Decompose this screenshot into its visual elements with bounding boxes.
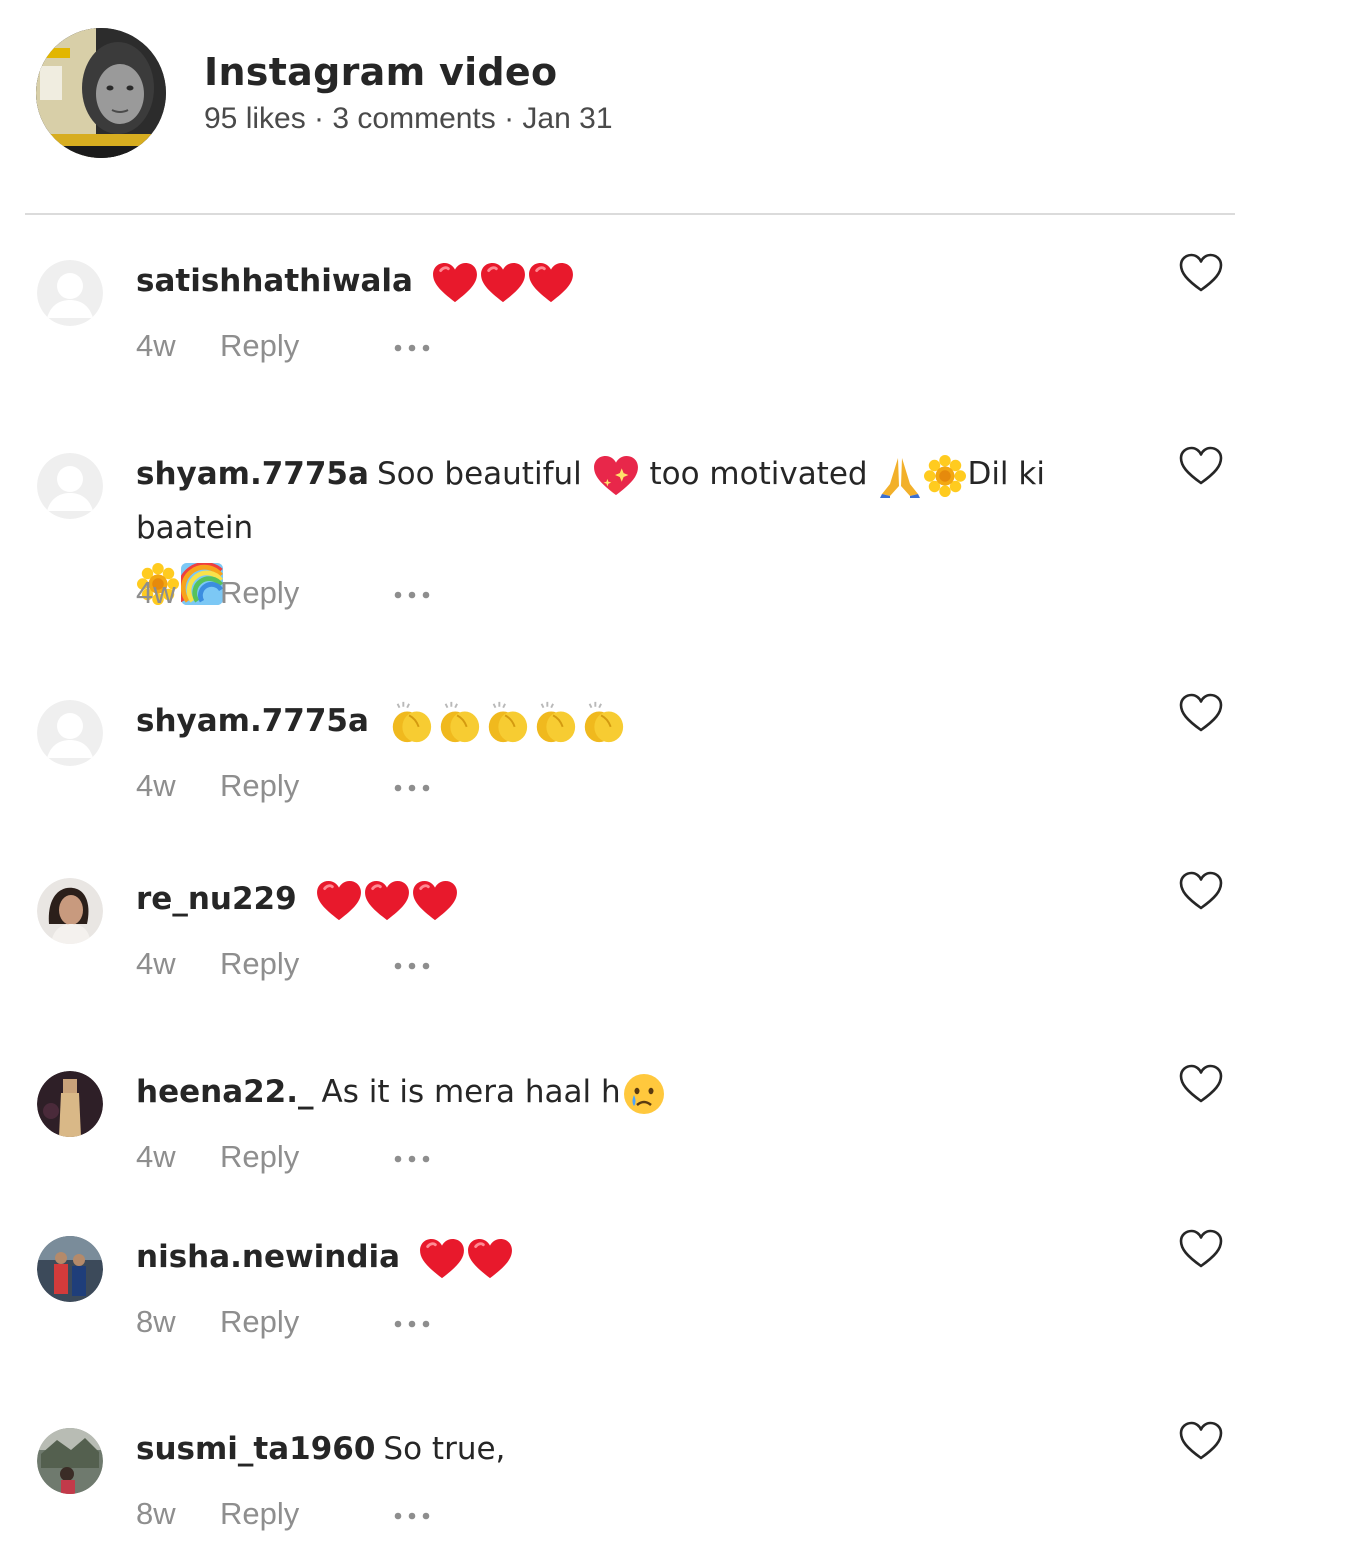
sparkling-heart-icon bbox=[593, 455, 639, 497]
comment-timestamp: 4w bbox=[136, 946, 176, 981]
comment-text: As it is mera haal h bbox=[321, 1074, 621, 1110]
comment-timestamp: 4w bbox=[136, 328, 176, 363]
red-heart-icon bbox=[480, 262, 526, 304]
ellipsis-icon[interactable] bbox=[392, 783, 432, 793]
heart-outline-icon[interactable] bbox=[1178, 1420, 1224, 1462]
avatar[interactable] bbox=[37, 1428, 103, 1494]
comment-username[interactable]: shyam.7775a bbox=[136, 703, 369, 739]
comment-username[interactable]: heena22._ bbox=[136, 1074, 314, 1110]
default-avatar-icon[interactable] bbox=[37, 260, 103, 326]
ellipsis-icon[interactable] bbox=[392, 1511, 432, 1521]
comment-actions: 4w Reply bbox=[136, 946, 432, 982]
post-title[interactable]: Instagram video bbox=[204, 50, 557, 94]
red-heart-icon bbox=[412, 880, 458, 922]
ellipsis-icon[interactable] bbox=[392, 1319, 432, 1329]
clapping-hands-icon bbox=[436, 701, 482, 745]
comment-username[interactable]: susmi_ta1960 bbox=[136, 1431, 375, 1467]
post-thumbnail-avatar[interactable] bbox=[36, 28, 166, 158]
comment-timestamp: 8w bbox=[136, 1304, 176, 1339]
comment-actions: 4w Reply bbox=[136, 1139, 432, 1175]
clapping-hands-icon bbox=[532, 701, 578, 745]
reply-button[interactable]: Reply bbox=[220, 768, 392, 804]
folded-hands-icon bbox=[878, 454, 922, 498]
reply-button[interactable]: Reply bbox=[220, 575, 392, 611]
comment-actions: 4w Reply bbox=[136, 328, 432, 364]
comment-username[interactable]: shyam.7775a bbox=[136, 456, 369, 492]
red-heart-icon bbox=[467, 1238, 513, 1280]
crying-face-icon bbox=[622, 1072, 666, 1116]
avatar[interactable] bbox=[37, 1071, 103, 1137]
ellipsis-icon[interactable] bbox=[392, 961, 432, 971]
comment-username[interactable]: satishhathiwala bbox=[136, 263, 413, 299]
comment-actions: 4w Reply bbox=[136, 768, 432, 804]
comment-text: So true, bbox=[383, 1431, 506, 1467]
heart-outline-icon[interactable] bbox=[1178, 692, 1224, 734]
comment-body: shyam.7775a bbox=[136, 694, 1171, 748]
avatar[interactable] bbox=[37, 878, 103, 944]
reply-button[interactable]: Reply bbox=[220, 328, 392, 364]
profile-photo-icon bbox=[37, 878, 103, 944]
reply-button[interactable]: Reply bbox=[220, 1139, 392, 1175]
clapping-hands-icon bbox=[580, 701, 626, 745]
comment-timestamp: 4w bbox=[136, 575, 176, 610]
ellipsis-icon[interactable] bbox=[392, 1154, 432, 1164]
red-heart-icon bbox=[364, 880, 410, 922]
ellipsis-icon[interactable] bbox=[392, 590, 432, 600]
comment-actions: 8w Reply bbox=[136, 1304, 432, 1340]
comment-text: too motivated bbox=[649, 456, 868, 492]
comment-text: Soo beautiful bbox=[376, 456, 582, 492]
comment-timestamp: 4w bbox=[136, 1139, 176, 1174]
heart-outline-icon[interactable] bbox=[1178, 1228, 1224, 1270]
comment-timestamp: 8w bbox=[136, 1496, 176, 1531]
avatar[interactable] bbox=[37, 1236, 103, 1302]
default-avatar-icon[interactable] bbox=[37, 453, 103, 519]
comment-username[interactable]: re_nu229 bbox=[136, 881, 297, 917]
red-heart-icon bbox=[528, 262, 574, 304]
reply-button[interactable]: Reply bbox=[220, 946, 392, 982]
comment-body: satishhathiwala bbox=[136, 254, 1171, 308]
comment-body: heena22._ As it is mera haal h bbox=[136, 1065, 1171, 1119]
post-header: Instagram video 95 likes · 3 comments · … bbox=[36, 28, 1236, 158]
clapping-hands-icon bbox=[484, 701, 530, 745]
heart-outline-icon[interactable] bbox=[1178, 1063, 1224, 1105]
heart-outline-icon[interactable] bbox=[1178, 252, 1224, 294]
reply-button[interactable]: Reply bbox=[220, 1304, 392, 1340]
comment-actions: 8w Reply bbox=[136, 1496, 432, 1532]
profile-photo-icon bbox=[37, 1236, 103, 1302]
comment-body: nisha.newindia bbox=[136, 1230, 1171, 1284]
reply-button[interactable]: Reply bbox=[220, 1496, 392, 1532]
comment-body: re_nu229 bbox=[136, 872, 1171, 926]
comment-actions: 4w Reply bbox=[136, 575, 432, 611]
clapping-hands-icon bbox=[388, 701, 434, 745]
comment-username[interactable]: nisha.newindia bbox=[136, 1239, 400, 1275]
profile-photo-icon bbox=[37, 1071, 103, 1137]
profile-photo-icon bbox=[37, 1428, 103, 1494]
comment-timestamp: 4w bbox=[136, 768, 176, 803]
red-heart-icon bbox=[419, 1238, 465, 1280]
comment-body: susmi_ta1960 So true, bbox=[136, 1422, 1171, 1476]
sunflower-icon bbox=[924, 455, 966, 497]
post-meta: 95 likes · 3 comments · Jan 31 bbox=[204, 102, 613, 135]
header-divider bbox=[25, 213, 1235, 215]
default-avatar-icon[interactable] bbox=[37, 700, 103, 766]
ellipsis-icon[interactable] bbox=[392, 343, 432, 353]
red-heart-icon bbox=[316, 880, 362, 922]
heart-outline-icon[interactable] bbox=[1178, 870, 1224, 912]
profile-photo-icon bbox=[36, 28, 166, 158]
red-heart-icon bbox=[432, 262, 478, 304]
heart-outline-icon[interactable] bbox=[1178, 445, 1224, 487]
